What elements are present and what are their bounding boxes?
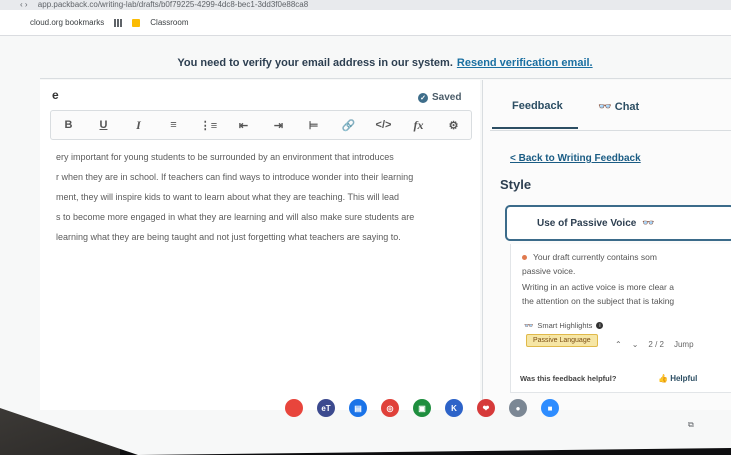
smart-label: Smart Highlights	[537, 321, 593, 330]
text-line-content: s to become more engaged in what they ar…	[56, 212, 415, 222]
text-line[interactable]: s to become more engaged in what they ar…	[56, 212, 466, 222]
banner-message: You need to verify your email address in…	[177, 57, 453, 69]
bold-button[interactable]: B	[58, 119, 80, 131]
panel-divider	[490, 130, 731, 131]
chevron-up-icon[interactable]: ⌃	[615, 340, 622, 349]
bookmarks-bar: cloud.org bookmarks Classroom	[0, 10, 731, 36]
glasses-icon: 👓	[642, 217, 655, 229]
verify-banner: You need to verify your email address in…	[40, 50, 730, 76]
check-icon: ✓	[418, 92, 428, 103]
text-line-content: ment, they will inspire kids to want to …	[56, 192, 400, 202]
text-line[interactable]: ment, they will inspire kids to want to …	[56, 192, 466, 202]
indent-button[interactable]: ⇥	[268, 119, 290, 132]
chrome-icon[interactable]	[285, 399, 303, 417]
screen: ‹ › app.packback.co/writing-lab/drafts/b…	[0, 0, 731, 455]
address-bar[interactable]: ‹ › app.packback.co/writing-lab/drafts/b…	[0, 0, 731, 10]
bookmark-cloud[interactable]: cloud.org bookmarks	[30, 18, 104, 27]
page-count: 2 / 2	[648, 340, 664, 349]
zoom-icon[interactable]: ■	[541, 399, 559, 417]
passive-voice-card[interactable]: Use of Passive Voice 👓	[505, 205, 731, 241]
text-line-content: r when they are in school. If teachers c…	[56, 172, 414, 182]
classroom-icon[interactable]: ▣	[413, 399, 431, 417]
nav-arrows-icon[interactable]: ‹ ›	[20, 0, 28, 9]
helpful-button[interactable]: 👍 Helpful	[658, 374, 697, 383]
taskbar-shelf: eT ▤ ◎ ▣ K ❤ ● ■	[270, 393, 731, 423]
app-icon[interactable]: ●	[509, 399, 527, 417]
code-button[interactable]: </>	[373, 119, 395, 131]
kami-icon[interactable]: K	[445, 399, 463, 417]
highlight-pager: ⌃ ⌄ 2 / 2 Jump	[615, 340, 694, 349]
helpful-label: Helpful	[670, 374, 698, 383]
info-icon[interactable]: i	[596, 322, 604, 329]
resend-verification-link[interactable]: Resend verification email.	[457, 57, 593, 69]
link-button[interactable]: 🔗	[338, 119, 360, 132]
clipboard-icon[interactable]: ⧉	[688, 420, 694, 430]
outdent-button[interactable]: ⇤	[233, 119, 255, 132]
format-toolbar: B U I ≡ ⋮≡ ⇤ ⇥ ⊨ 🔗 </> fx ⚙	[50, 110, 472, 140]
classroom-bookmark-icon	[132, 18, 141, 27]
et-icon[interactable]: eT	[317, 399, 335, 417]
text-line-content: ery important for young students to be s…	[56, 152, 394, 162]
text-line[interactable]: learning what they are being taught and …	[56, 232, 466, 242]
settings-button[interactable]: ⚙	[443, 119, 465, 132]
align-button[interactable]: ⊨	[303, 119, 325, 132]
screencastify-icon[interactable]: ◎	[381, 399, 399, 417]
glasses-icon: 👓	[524, 321, 534, 330]
detail-line: Your draft currently contains som	[522, 252, 657, 262]
detail-line: Writing in an active voice is more clear…	[522, 282, 674, 292]
section-heading: Style	[500, 177, 532, 192]
tab-feedback[interactable]: Feedback	[512, 100, 563, 112]
active-tab-indicator	[492, 127, 578, 129]
alert-dot-icon	[522, 255, 527, 261]
italic-button[interactable]: I	[128, 118, 150, 133]
back-to-feedback-link[interactable]: < Back to Writing Feedback	[510, 153, 641, 164]
detail-line: the attention on the subject that is tak…	[522, 296, 675, 306]
bookmark-classroom[interactable]: Classroom	[150, 18, 188, 27]
glasses-icon: 👓	[598, 101, 615, 113]
formula-button[interactable]: fx	[408, 118, 430, 133]
tab-chat-label: Chat	[614, 101, 640, 113]
tab-chat[interactable]: 👓 Chat	[598, 100, 639, 113]
divider	[40, 78, 731, 79]
text-line[interactable]: ery important for young students to be s…	[56, 152, 466, 162]
detail-line: passive voice.	[522, 266, 576, 276]
thumbs-up-icon: 👍	[658, 374, 671, 383]
apps-grid-icon[interactable]	[114, 18, 123, 27]
doc-title: e	[52, 88, 59, 102]
url-text[interactable]: app.packback.co/writing-lab/drafts/b0f79…	[38, 0, 308, 9]
saved-status: ✓ Saved	[418, 92, 461, 103]
smart-highlights: 👓 Smart Highlights i	[524, 321, 604, 330]
pocket-icon[interactable]: ❤	[477, 399, 495, 417]
text-line-content: learning what they are being taught and …	[56, 232, 401, 242]
saved-label: Saved	[432, 92, 462, 103]
chevron-down-icon[interactable]: ⌄	[632, 340, 639, 349]
jump-link[interactable]: Jump	[674, 340, 694, 349]
helpful-question: Was this feedback helpful?	[520, 374, 617, 383]
underline-button[interactable]: U	[93, 119, 115, 131]
numbered-list-button[interactable]: ⋮≡	[198, 119, 220, 132]
text-line[interactable]: r when they are in school. If teachers c…	[56, 172, 466, 182]
passive-language-chip[interactable]: Passive Language	[526, 334, 598, 347]
detail-text: Your draft currently contains som	[533, 252, 657, 262]
docs-icon[interactable]: ▤	[349, 399, 367, 417]
bullet-list-button[interactable]: ≡	[163, 119, 185, 131]
card-title: Use of Passive Voice	[537, 217, 637, 229]
